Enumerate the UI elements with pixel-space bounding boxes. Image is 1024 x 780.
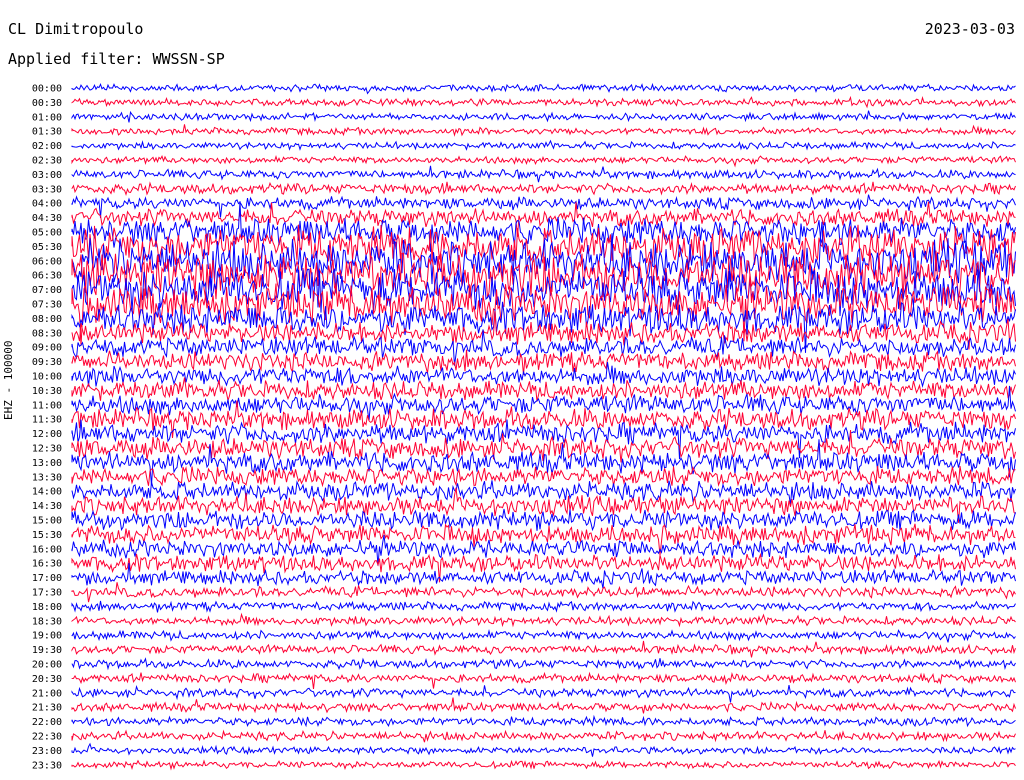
time-tick-label: 18:00 [32,602,62,613]
helicorder-plot: 00:00 00:30 01:00 01:30 02:00 02:30 03:00 03:30… [32,82,1016,772]
time-tick-label: 15:00 [32,516,62,527]
trace-row [71,729,1016,743]
time-tick-label: 20:30 [32,674,62,685]
time-tick-labels: 00:00 00:30 01:00 01:30 02:00 02:30 03:00 03:30… [32,84,62,772]
time-tick-label: 21:00 [32,688,62,699]
trace-row [71,465,1016,488]
trace-row [71,612,1016,628]
time-tick-label: 07:00 [32,285,62,296]
time-tick-label: 17:00 [32,573,62,584]
time-tick-label: 16:00 [32,544,62,555]
trace-row [71,362,1016,388]
trace-row [71,110,1016,123]
trace-row [71,671,1016,690]
trace-row [71,377,1016,403]
time-tick-label: 03:30 [32,184,62,195]
trace-row [71,154,1016,168]
trace-row [71,657,1016,671]
time-tick-label: 00:00 [32,84,62,95]
time-tick-label: 05:00 [32,228,62,239]
time-tick-label: 21:30 [32,703,62,714]
time-tick-label: 10:30 [32,386,62,397]
time-tick-label: 00:30 [32,98,62,109]
trace-row [71,759,1016,771]
time-tick-label: 23:00 [32,746,62,757]
time-tick-label: 01:30 [32,127,62,138]
time-tick-label: 04:30 [32,213,62,224]
time-tick-label: 12:00 [32,429,62,440]
time-tick-label: 08:00 [32,314,62,325]
time-tick-label: 05:30 [32,242,62,253]
time-tick-label: 20:00 [32,660,62,671]
time-tick-label: 19:30 [32,645,62,656]
time-tick-label: 06:00 [32,256,62,267]
time-tick-label: 02:30 [32,156,62,167]
time-tick-label: 10:00 [32,372,62,383]
time-tick-label: 04:00 [32,199,62,210]
time-tick-label: 06:30 [32,271,62,282]
time-tick-label: 22:30 [32,732,62,743]
trace-row [71,640,1016,658]
time-tick-label: 09:30 [32,357,62,368]
time-tick-label: 01:00 [32,112,62,123]
time-tick-label: 15:30 [32,530,62,541]
time-tick-label: 12:30 [32,444,62,455]
traces-group [71,82,1016,771]
trace-row [71,139,1016,151]
trace-row [71,82,1016,95]
time-tick-label: 16:30 [32,559,62,570]
trace-row [71,600,1016,613]
trace-row [71,124,1016,137]
trace-row [71,95,1016,109]
time-tick-label: 03:00 [32,170,62,181]
time-tick-label: 18:30 [32,616,62,627]
time-tick-label: 02:00 [32,141,62,152]
trace-row [71,181,1016,197]
time-tick-label: 13:00 [32,458,62,469]
trace-row [71,684,1016,703]
time-tick-label: 07:30 [32,300,62,311]
time-tick-label: 11:00 [32,400,62,411]
trace-row [71,582,1016,603]
time-tick-label: 09:00 [32,343,62,354]
time-tick-label: 14:00 [32,487,62,498]
trace-row [71,742,1016,757]
time-tick-label: 08:30 [32,328,62,339]
time-tick-label: 19:00 [32,631,62,642]
time-tick-label: 17:30 [32,588,62,599]
time-tick-label: 23:30 [32,760,62,771]
time-tick-label: 14:30 [32,501,62,512]
trace-row [71,714,1016,728]
trace-row [71,165,1016,183]
time-tick-label: 11:30 [32,415,62,426]
time-tick-label: 22:00 [32,717,62,728]
trace-row [71,628,1016,643]
time-tick-label: 13:30 [32,472,62,483]
trace-row [71,697,1016,714]
trace-row [71,480,1016,505]
